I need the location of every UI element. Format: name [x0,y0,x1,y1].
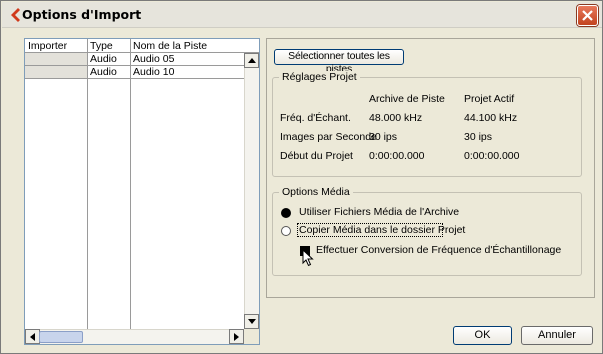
track-name-cell: Audio 10 [131,66,244,79]
import-options-dialog: Options d'Import Importer Type Nom de la… [0,0,603,354]
use-archive-media-radio[interactable] [281,208,291,218]
cancel-button[interactable]: Annuler [521,326,593,345]
scroll-left-button[interactable] [25,329,40,344]
use-archive-media-label[interactable]: Utiliser Fichiers Média de l'Archive [299,206,459,218]
type-cell: Audio [88,66,130,79]
active-project-column-header: Projet Actif [464,93,515,105]
table-row[interactable]: Audio Audio 05 [25,53,245,66]
ok-button[interactable]: OK [453,326,512,345]
active-sample-rate: 44.100 kHz [464,112,518,124]
vertical-scrollbar[interactable] [244,53,259,329]
steinberg-logo-icon [11,8,20,22]
importer-cell[interactable] [25,66,87,79]
copy-media-radio[interactable] [281,226,291,236]
archive-frame-rate: 30 ips [369,131,398,143]
active-frame-rate: 30 ips [464,131,493,143]
horizontal-scrollbar[interactable] [25,329,244,344]
copy-media-label[interactable]: Copier Média dans le dossier Projet [299,224,465,236]
column-divider [130,39,131,329]
table-row[interactable]: Audio Audio 10 [25,66,245,79]
scrollbar-thumb[interactable] [39,331,83,343]
arrow-down-icon [248,319,256,324]
archive-project-start: 0:00:00.000 [369,150,425,162]
window-title: Options d'Import [22,7,142,22]
type-cell: Audio [88,53,130,66]
close-icon [582,10,593,21]
media-options-legend: Options Média [279,186,353,198]
select-all-tracks-button[interactable]: Sélectionner toutes les pistes [274,49,404,75]
project-start-label: Début du Projet [280,150,353,162]
scroll-up-button[interactable] [244,53,259,68]
scroll-down-button[interactable] [244,314,259,329]
column-header-type[interactable]: Type [90,40,113,52]
scrollbar-corner [244,329,259,344]
column-divider [87,39,88,329]
project-settings-group: Réglages Projet [272,71,582,177]
project-settings-legend: Réglages Projet [279,71,360,83]
sample-rate-conversion-label[interactable]: Effectuer Conversion de Fréquence d'Écha… [316,244,561,256]
mouse-pointer-icon [302,249,314,267]
title-bar[interactable]: Options d'Import [2,2,602,28]
active-project-start: 0:00:00.000 [464,150,520,162]
close-button[interactable] [577,5,598,26]
frame-rate-label: Images par Seconde [280,131,377,143]
table-header: Importer Type Nom de la Piste [25,39,259,53]
arrow-left-icon [30,333,35,341]
importer-cell[interactable] [25,53,87,66]
arrow-up-icon [248,58,256,63]
sample-rate-label: Fréq. d'Échant. [280,112,351,124]
column-header-track-name[interactable]: Nom de la Piste [133,40,207,52]
column-header-importer[interactable]: Importer [28,40,67,52]
track-table: Importer Type Nom de la Piste Audio Audi… [24,38,260,345]
archive-column-header: Archive de Piste [369,93,445,105]
track-name-cell: Audio 05 [131,53,244,66]
scroll-right-button[interactable] [229,329,244,344]
arrow-right-icon [234,333,239,341]
archive-sample-rate: 48.000 kHz [369,112,423,124]
